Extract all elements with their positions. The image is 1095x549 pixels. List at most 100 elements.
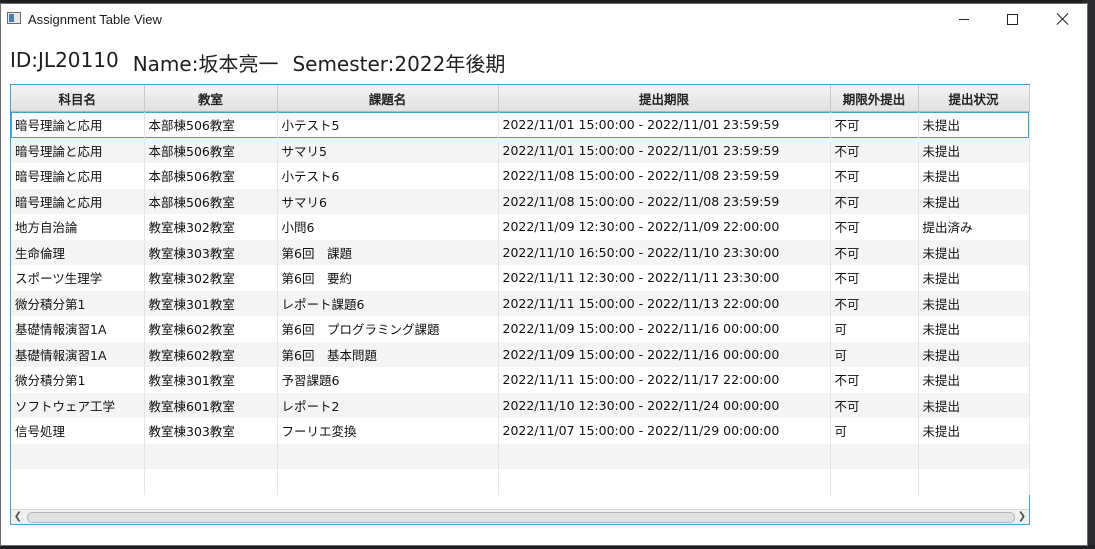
cell-subject: 暗号理論と応用 (11, 163, 145, 189)
cell-subject: 地方自治論 (11, 214, 145, 240)
cell-subject (11, 469, 145, 495)
cell-status: 未提出 (918, 392, 1030, 418)
window-title: Assignment Table View (28, 12, 162, 27)
scroll-right-arrow-icon[interactable]: ❯ (1016, 511, 1028, 523)
student-id: ID:JL20110 (10, 48, 119, 72)
column-header-assignment[interactable]: 課題名 (277, 85, 499, 112)
cell-late-submission: 不可 (830, 290, 919, 316)
close-icon (1057, 13, 1069, 25)
cell-classroom: 教室棟303教室 (144, 418, 278, 444)
column-header-late-submission[interactable]: 期限外提出 (830, 85, 919, 112)
cell-late-submission: 可 (830, 316, 919, 342)
cell-late-submission: 可 (830, 341, 919, 367)
table-row[interactable]: 生命倫理 教室棟303教室 第6回 課題 2022/11/10 16:50:00 - … (11, 239, 1030, 265)
cell-status: 未提出 (918, 367, 1030, 393)
cell-deadline: 2022/11/11 15:00:00 - 2022/11/17 22:00:0… (498, 367, 831, 393)
close-button[interactable] (1040, 4, 1086, 34)
table-row[interactable]: 暗号理論と応用 本部棟506教室 小テスト5 2022/11/01 15:00:00 … (11, 111, 1030, 138)
cell-subject (11, 443, 145, 469)
minimize-button[interactable] (941, 4, 987, 34)
cell-late-submission (830, 469, 919, 495)
app-window: Assignment Table View ID:JL20110 Name:坂本… (1, 4, 1087, 545)
table-row[interactable]: 暗号理論と応用 本部棟506教室 サマリ6 2022/11/08 15:00:00 -… (11, 188, 1030, 214)
maximize-button[interactable] (989, 4, 1035, 34)
empty-table-row[interactable] (11, 443, 1030, 469)
cell-late-submission: 不可 (830, 188, 919, 214)
cell-status: 未提出 (918, 239, 1030, 265)
cell-subject: 微分積分第1 (11, 367, 145, 393)
table-row[interactable]: 地方自治論 教室棟302教室 小問6 2022/11/09 12:30:00 - 20… (11, 214, 1030, 240)
cell-deadline: 2022/11/08 15:00:00 - 2022/11/08 23:59:5… (498, 188, 831, 214)
cell-classroom: 教室棟302教室 (144, 214, 278, 240)
cell-classroom: 教室棟602教室 (144, 316, 278, 342)
table-row[interactable]: 暗号理論と応用 本部棟506教室 小テスト6 2022/11/08 15:00:00 … (11, 163, 1030, 189)
cell-status (918, 469, 1030, 495)
assignment-table[interactable]: 科目名 教室 課題名 提出期限 期限外提出 提出状況 暗号理論と応用 本部棟506… (10, 84, 1030, 525)
cell-late-submission: 不可 (830, 163, 919, 189)
cell-deadline: 2022/11/11 12:30:00 - 2022/11/11 23:30:0… (498, 265, 831, 291)
cell-assignment (277, 469, 499, 495)
cell-status (918, 443, 1030, 469)
cell-late-submission: 可 (830, 418, 919, 444)
cell-deadline: 2022/11/01 15:00:00 - 2022/11/01 23:59:5… (498, 111, 831, 138)
cell-deadline (498, 469, 831, 495)
cell-status: 未提出 (918, 163, 1030, 189)
column-header-subject[interactable]: 科目名 (11, 85, 145, 112)
cell-assignment: 予習課題6 (277, 367, 499, 393)
cell-subject: 基礎情報演習1A (11, 316, 145, 342)
cell-deadline: 2022/11/09 12:30:00 - 2022/11/09 22:00:0… (498, 214, 831, 240)
cell-subject: 暗号理論と応用 (11, 111, 145, 138)
cell-late-submission: 不可 (830, 367, 919, 393)
table-row[interactable]: 微分積分第1 教室棟301教室 予習課題6 2022/11/11 15:00:00 -… (11, 367, 1030, 393)
table-row[interactable]: スポーツ生理学 教室棟302教室 第6回 要約 2022/11/11 12:30:00… (11, 265, 1030, 291)
table-row[interactable]: 基礎情報演習1A 教室棟602教室 第6回 基本問題 2022/11/09 15:00… (11, 341, 1030, 367)
cell-late-submission: 不可 (830, 392, 919, 418)
scroll-left-arrow-icon[interactable]: ❮ (12, 511, 24, 523)
table-row[interactable]: 微分積分第1 教室棟301教室 レポート課題6 2022/11/11 15:00:00… (11, 290, 1030, 316)
empty-table-row[interactable] (11, 469, 1030, 495)
column-header-status[interactable]: 提出状況 (918, 85, 1030, 112)
cell-classroom: 本部棟506教室 (144, 137, 278, 163)
app-window-icon (7, 12, 21, 24)
table-row[interactable]: 暗号理論と応用 本部棟506教室 サマリ5 2022/11/01 15:00:00 -… (11, 137, 1030, 163)
cell-status: 未提出 (918, 418, 1030, 444)
cell-deadline: 2022/11/09 15:00:00 - 2022/11/16 00:00:0… (498, 316, 831, 342)
cell-deadline: 2022/11/10 12:30:00 - 2022/11/24 00:00:0… (498, 392, 831, 418)
cell-late-submission: 不可 (830, 111, 919, 138)
scrollbar-thumb[interactable] (27, 512, 1015, 523)
table-row[interactable]: 基礎情報演習1A 教室棟602教室 第6回 プログラミング課題 2022/11/09 … (11, 316, 1030, 342)
cell-status: 未提出 (918, 188, 1030, 214)
cell-assignment: 小テスト5 (277, 111, 499, 138)
cell-status: 未提出 (918, 265, 1030, 291)
cell-classroom: 本部棟506教室 (144, 111, 278, 138)
cell-classroom: 教室棟601教室 (144, 392, 278, 418)
cell-subject: 信号処理 (11, 418, 145, 444)
horizontal-scrollbar[interactable]: ❮ ❯ (11, 509, 1029, 524)
column-header-classroom[interactable]: 教室 (144, 85, 278, 112)
cell-deadline: 2022/11/09 15:00:00 - 2022/11/16 00:00:0… (498, 341, 831, 367)
cell-deadline: 2022/11/07 15:00:00 - 2022/11/29 00:00:0… (498, 418, 831, 444)
cell-classroom: 本部棟506教室 (144, 188, 278, 214)
cell-late-submission: 不可 (830, 265, 919, 291)
column-header-deadline[interactable]: 提出期限 (498, 85, 831, 112)
cell-late-submission: 不可 (830, 239, 919, 265)
cell-deadline: 2022/11/11 15:00:00 - 2022/11/13 22:00:0… (498, 290, 831, 316)
table-header-row: 科目名 教室 課題名 提出期限 期限外提出 提出状況 (11, 85, 1030, 112)
cell-status: 未提出 (918, 111, 1030, 138)
cell-status: 未提出 (918, 290, 1030, 316)
cell-classroom: 教室棟301教室 (144, 290, 278, 316)
background-editor-bottom (0, 545, 1095, 549)
cell-assignment: レポート課題6 (277, 290, 499, 316)
cell-classroom: 本部棟506教室 (144, 163, 278, 189)
cell-subject: 暗号理論と応用 (11, 188, 145, 214)
table-row[interactable]: 信号処理 教室棟303教室 フーリエ変換 2022/11/07 15:00:00 - … (11, 418, 1030, 444)
cell-assignment: サマリ5 (277, 137, 499, 163)
cell-assignment: フーリエ変換 (277, 418, 499, 444)
cell-assignment: サマリ6 (277, 188, 499, 214)
cell-late-submission: 不可 (830, 137, 919, 163)
cell-status: 提出済み (918, 214, 1030, 240)
cell-assignment: 第6回 要約 (277, 265, 499, 291)
cell-classroom: 教室棟301教室 (144, 367, 278, 393)
title-bar[interactable]: Assignment Table View (1, 4, 1087, 36)
table-row[interactable]: ソフトウェア工学 教室棟601教室 レポート2 2022/11/10 12:30:00… (11, 392, 1030, 418)
